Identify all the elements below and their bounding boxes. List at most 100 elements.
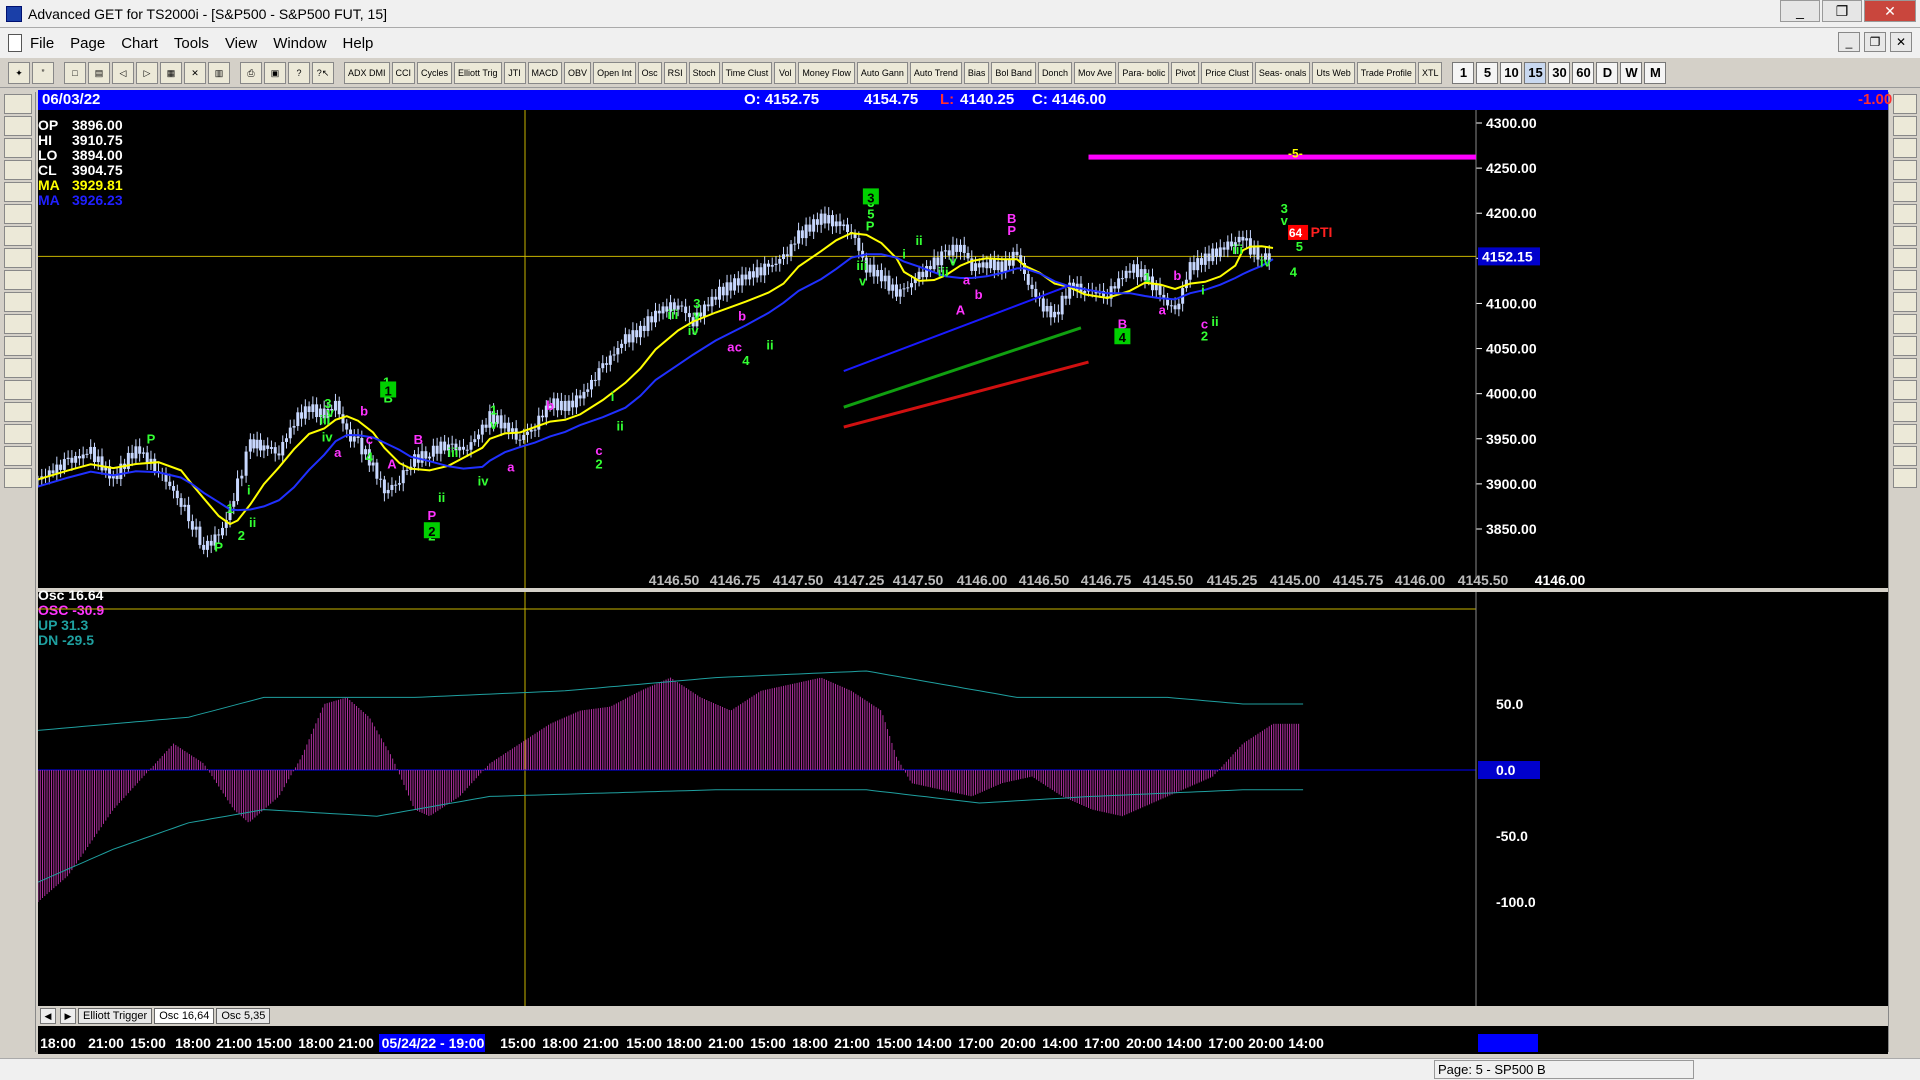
study-button-open-int[interactable]: Open Int <box>593 61 636 84</box>
menu-page[interactable]: Page <box>70 35 105 52</box>
save-tool-icon[interactable] <box>4 468 32 488</box>
interval-button-5[interactable]: 5 <box>1476 61 1499 84</box>
interval-button-d[interactable]: D <box>1596 61 1619 84</box>
study-button-uts-web[interactable]: Uts Web <box>1312 61 1355 84</box>
chart-area[interactable]: 4300.004250.004200.004150.004100.004050.… <box>38 110 1888 1042</box>
interval-button-10[interactable]: 10 <box>1500 61 1523 84</box>
study-button-para-bolic[interactable]: Para- bolic <box>1118 61 1170 84</box>
close-button[interactable]: ✕ <box>1864 0 1916 22</box>
plus-tool-icon[interactable] <box>4 446 32 466</box>
study-button-seas-onals[interactable]: Seas- onals <box>1254 61 1311 84</box>
open-icon[interactable]: ▤ <box>88 61 110 84</box>
elliott-wave-tool-icon[interactable] <box>4 182 32 202</box>
tab-osc-16-64[interactable]: Osc 16,64 <box>154 1008 215 1024</box>
study-button-money-flow[interactable]: Money Flow <box>798 61 855 84</box>
ellipse-tool-icon[interactable] <box>1893 248 1917 268</box>
delete-icon[interactable]: ✕ <box>184 61 206 84</box>
study-tool-icon[interactable] <box>4 160 32 180</box>
study-button-bias[interactable]: Bias <box>963 61 990 84</box>
mdi-restore-button[interactable]: ❐ <box>1864 32 1886 52</box>
study-button-cycles[interactable]: Cycles <box>417 61 453 84</box>
line-tool-icon[interactable] <box>1893 116 1917 136</box>
study-button-vol[interactable]: Vol <box>774 61 797 84</box>
fan-tool-icon[interactable] <box>1893 204 1917 224</box>
new-icon[interactable]: □ <box>64 61 86 84</box>
gann-tool-icon[interactable] <box>4 402 32 422</box>
menu-tools[interactable]: Tools <box>174 35 209 52</box>
study-button-auto-trend[interactable]: Auto Trend <box>909 61 962 84</box>
study-button-osc[interactable]: Osc <box>637 61 662 84</box>
study-button-time-clust[interactable]: Time Clust <box>721 61 773 84</box>
tab-osc-5-35[interactable]: Osc 5,35 <box>216 1008 271 1024</box>
tab-next-button[interactable]: ▶ <box>60 1008 76 1024</box>
study-button-stoch[interactable]: Stoch <box>688 61 720 84</box>
interval-button-15[interactable]: 15 <box>1524 61 1547 84</box>
circle-tool-icon[interactable] <box>1893 270 1917 290</box>
menu-view[interactable]: View <box>225 35 257 52</box>
square-tool-icon[interactable] <box>1893 226 1917 246</box>
study-button-trade-profile[interactable]: Trade Profile <box>1356 61 1416 84</box>
reset-tool-icon[interactable] <box>4 138 32 158</box>
grid-tool-icon[interactable] <box>1893 314 1917 334</box>
menu-window[interactable]: Window <box>273 35 326 52</box>
study-button-donch[interactable]: Donch <box>1037 61 1072 84</box>
quote-icon[interactable]: ” <box>32 61 54 84</box>
study-button-pivot[interactable]: Pivot <box>1171 61 1200 84</box>
pencil-tool-icon[interactable] <box>1893 94 1917 114</box>
right-tool-icon[interactable] <box>4 270 32 290</box>
study-button-macd[interactable]: MACD <box>527 61 563 84</box>
pti-tool-icon[interactable] <box>1893 292 1917 312</box>
forward-icon[interactable]: ▷ <box>136 61 158 84</box>
tab-prev-button[interactable]: ◀ <box>40 1008 56 1024</box>
document-icon[interactable] <box>8 34 22 52</box>
calc-tool-icon[interactable] <box>1893 446 1917 466</box>
price-chart[interactable]: 4300.004250.004200.004150.004100.004050.… <box>38 110 1888 1042</box>
context-help-icon[interactable]: ?↖ <box>312 61 334 84</box>
interval-button-w[interactable]: W <box>1620 61 1643 84</box>
interval-button-30[interactable]: 30 <box>1548 61 1571 84</box>
grid-icon[interactable]: ▦ <box>160 61 182 84</box>
down-tool-icon[interactable] <box>4 226 32 246</box>
layout-icon[interactable]: ▥ <box>208 61 230 84</box>
u-tool-icon[interactable] <box>1893 468 1917 488</box>
mob-tool-icon[interactable] <box>1893 336 1917 356</box>
left-tool-icon[interactable] <box>4 248 32 268</box>
study-button-obv[interactable]: OBV <box>564 61 592 84</box>
text-tool-icon[interactable] <box>1893 358 1917 378</box>
zoom-tool-icon[interactable] <box>1893 380 1917 400</box>
study-button-elliott-trig[interactable]: Elliott Trig <box>454 61 502 84</box>
pin-tool-icon[interactable] <box>1893 402 1917 422</box>
print-tool-icon[interactable] <box>4 94 32 114</box>
mdi-minimize-button[interactable]: _ <box>1838 32 1860 52</box>
study-button-jti[interactable]: JTI <box>503 61 526 84</box>
grid-tool-icon[interactable] <box>4 358 32 378</box>
interval-button-1[interactable]: 1 <box>1452 61 1475 84</box>
fib-tool-icon[interactable] <box>4 424 32 444</box>
mdi-close-button[interactable]: ✕ <box>1890 32 1912 52</box>
print-icon[interactable]: ⎙ <box>240 61 262 84</box>
back-icon[interactable]: ◁ <box>112 61 134 84</box>
study-button-cci[interactable]: CCI <box>391 61 416 84</box>
fib-ext-tool-icon[interactable] <box>1893 160 1917 180</box>
interval-button-m[interactable]: M <box>1644 61 1667 84</box>
study-button-adx-dmi[interactable]: ADX DMI <box>344 61 390 84</box>
study-button-xtl[interactable]: XTL <box>1417 61 1443 84</box>
study-button-bol-band[interactable]: Bol Band <box>991 61 1036 84</box>
menu-chart[interactable]: Chart <box>121 35 158 52</box>
minimize-button[interactable]: _ <box>1780 0 1820 22</box>
tab-elliott-trigger[interactable]: Elliott Trigger <box>78 1008 153 1024</box>
study-button-price-clust[interactable]: Price Clust <box>1201 61 1253 84</box>
wave-tool-icon[interactable] <box>4 292 32 312</box>
erase-tool-icon[interactable] <box>1893 424 1917 444</box>
elliott-tool-icon[interactable] <box>4 116 32 136</box>
study-button-mov-ave[interactable]: Mov Ave <box>1073 61 1117 84</box>
fib-time-tool-icon[interactable] <box>1893 182 1917 202</box>
fib-ret-tool-icon[interactable] <box>1893 138 1917 158</box>
menu-help[interactable]: Help <box>343 35 374 52</box>
help-icon[interactable]: ? <box>288 61 310 84</box>
study-button-rsi[interactable]: RSI <box>663 61 687 84</box>
study-button-auto-gann[interactable]: Auto Gann <box>856 61 908 84</box>
up-tool-icon[interactable] <box>4 204 32 224</box>
fit-tool-icon[interactable] <box>4 336 32 356</box>
cursor-tool-icon[interactable]: ✦ <box>8 61 30 84</box>
